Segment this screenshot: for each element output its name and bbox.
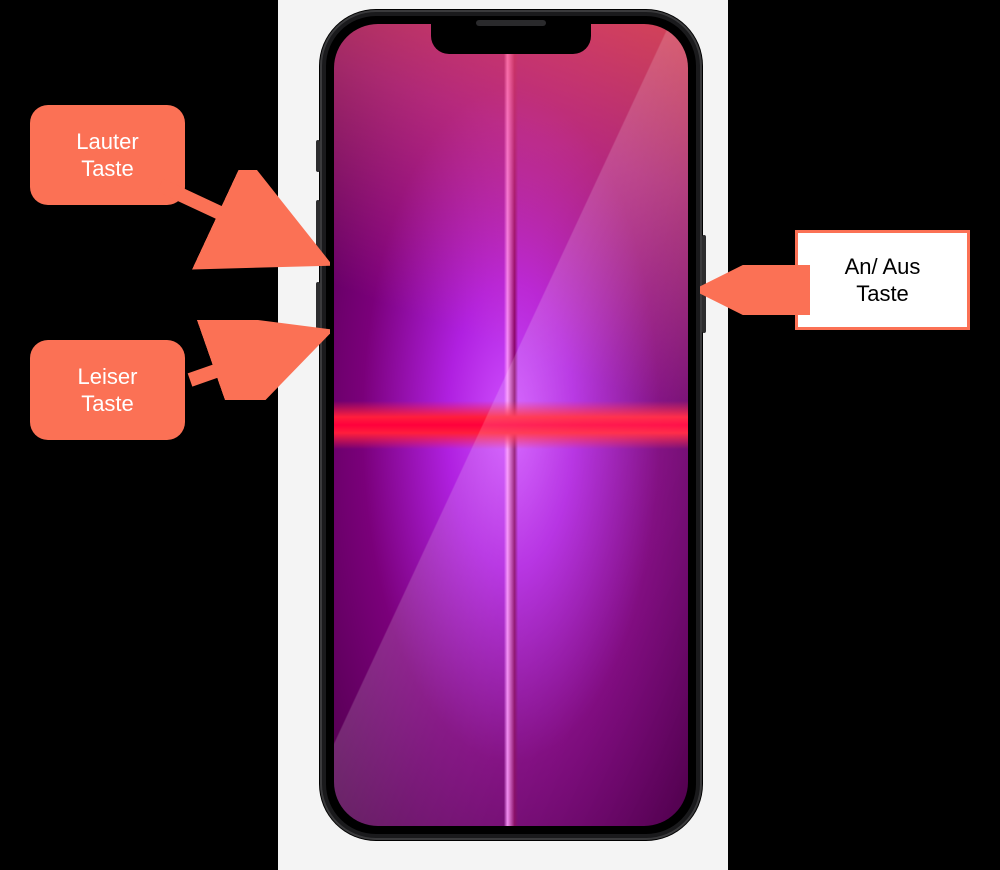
phone-screen [334,24,688,826]
callout-volume-down: Leiser Taste [30,340,185,440]
mute-switch [316,140,320,172]
phone-frame [320,10,702,840]
power-button [702,235,706,333]
volume-down-button [316,282,320,344]
phone-notch [431,24,591,54]
diagram-stage: Lauter Taste Leiser Taste An/ Aus Taste [0,0,1000,870]
speaker-grille [476,20,546,26]
volume-up-button [316,200,320,262]
callout-power: An/ Aus Taste [795,230,970,330]
callout-volume-up: Lauter Taste [30,105,185,205]
